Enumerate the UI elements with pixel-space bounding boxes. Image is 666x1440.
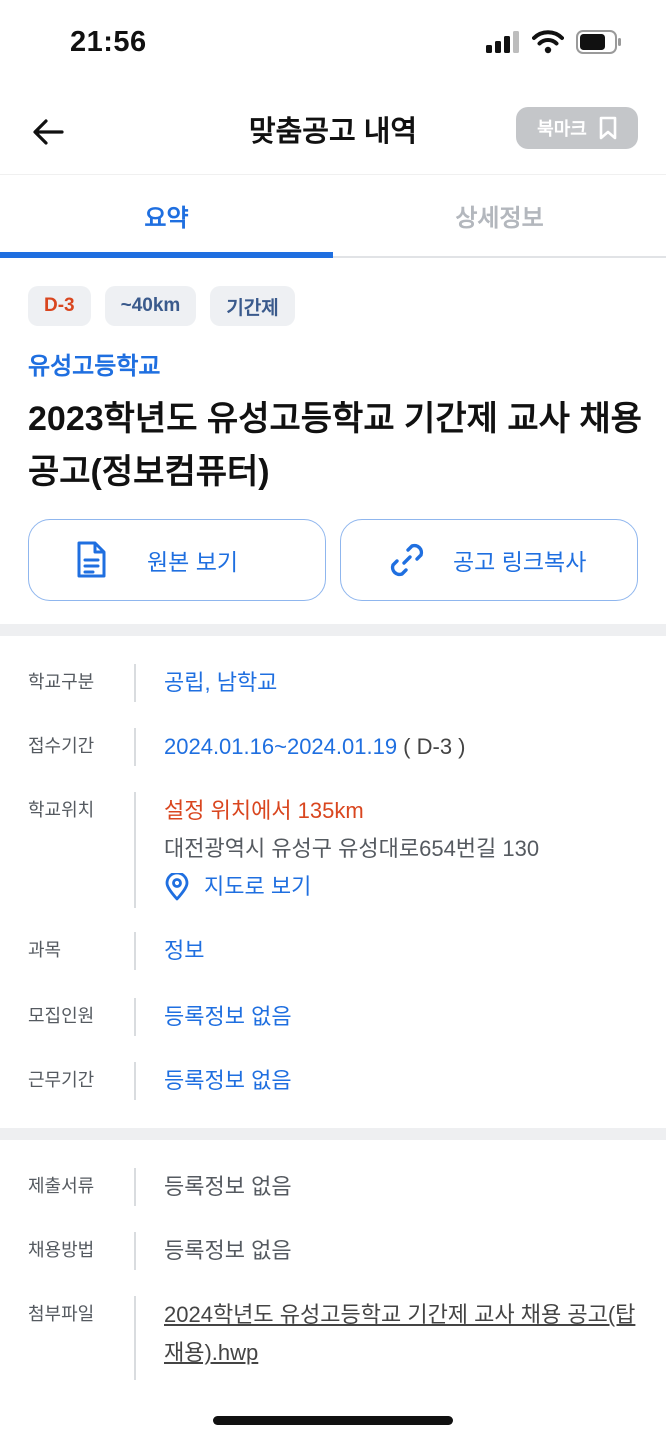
row-label: 학교구분: [0, 664, 136, 702]
view-original-label: 원본 보기: [147, 549, 239, 575]
info-row-attachment: 첨부파일 2024학년도 유성고등학교 기간제 교사 채용 공고(탑재용).hw…: [0, 1296, 666, 1380]
home-indicator: [213, 1416, 453, 1425]
info-row-method: 채용방법 등록정보 없음: [0, 1232, 666, 1296]
row-label: 모집인원: [0, 998, 136, 1036]
row-value: 2024.01.16~2024.01.19 ( D-3 ): [136, 728, 466, 792]
dday-badge: D-3: [28, 286, 91, 326]
map-link[interactable]: 지도로 보기: [164, 868, 539, 906]
copy-link-label: 공고 링크복사: [453, 549, 587, 575]
location-address: 대전광역시 유성구 유성대로654번길 130: [164, 836, 540, 861]
map-link-label: 지도로 보기: [204, 874, 312, 899]
bookmark-icon: [599, 116, 617, 140]
bookmark-button[interactable]: 북마크: [516, 107, 638, 149]
section-divider: [0, 624, 666, 636]
summary-section: D-3 ~40km 기간제 유성고등학교 2023학년도 유성고등학교 기간제 …: [0, 258, 666, 601]
row-label: 첨부파일: [0, 1296, 136, 1380]
section-divider: [0, 1128, 666, 1140]
location-distance: 설정 위치에서 135km: [164, 798, 364, 823]
row-label: 제출서류: [0, 1168, 136, 1206]
row-label: 접수기간: [0, 728, 136, 766]
row-label: 학교위치: [0, 792, 136, 908]
school-name: 유성고등학교: [28, 353, 161, 380]
info-row-location: 학교위치 설정 위치에서 135km 대전광역시 유성구 유성대로654번길 1…: [0, 792, 666, 932]
view-original-button[interactable]: 원본 보기: [28, 519, 326, 601]
distance-badge: ~40km: [104, 286, 197, 326]
row-value: 등록정보 없음: [164, 1004, 292, 1029]
info-row-period: 접수기간 2024.01.16~2024.01.19 ( D-3 ): [0, 728, 666, 792]
signal-icon: [486, 31, 519, 53]
period-dday: ( D-3 ): [397, 734, 466, 759]
status-bar: 21:56: [0, 0, 666, 90]
wifi-icon: [532, 30, 564, 54]
tab-bar: 요약 상세정보: [0, 174, 666, 258]
tab-details[interactable]: 상세정보: [333, 175, 666, 256]
row-value: 등록정보 없음: [164, 1174, 292, 1199]
row-value: 정보: [164, 938, 205, 963]
row-value: 2024학년도 유성고등학교 기간제 교사 채용 공고(탑재용).hwp: [136, 1296, 644, 1380]
row-value: 등록정보 없음: [164, 1238, 292, 1263]
row-value: 등록정보 없음: [164, 1068, 292, 1093]
badge-row: D-3 ~40km 기간제: [28, 286, 638, 326]
row-label: 근무기간: [0, 1062, 136, 1100]
action-row: 원본 보기 공고 링크복사: [28, 519, 638, 601]
tab-summary[interactable]: 요약: [0, 175, 333, 258]
attachment-link[interactable]: 2024학년도 유성고등학교 기간제 교사 채용 공고(탑재용).hwp: [164, 1296, 644, 1372]
link-icon: [390, 543, 424, 577]
row-label: 채용방법: [0, 1232, 136, 1270]
info-primary: 학교구분 공립, 남학교 접수기간 2024.01.16~2024.01.19 …: [0, 664, 666, 1126]
app-header: 맞춤공고 내역 북마크: [0, 90, 666, 174]
row-value: 설정 위치에서 135km 대전광역시 유성구 유성대로654번길 130 지도…: [136, 792, 539, 932]
battery-icon: [576, 30, 621, 54]
info-row-work-period: 근무기간 등록정보 없음: [0, 1062, 666, 1126]
status-icons: [486, 30, 622, 54]
row-value: 공립, 남학교: [164, 670, 278, 695]
period-range: 2024.01.16~2024.01.19: [164, 734, 398, 759]
info-row-recruits: 모집인원 등록정보 없음: [0, 998, 666, 1062]
info-row-subject: 과목 정보: [0, 932, 666, 998]
back-button[interactable]: [24, 108, 72, 156]
status-time: 21:56: [70, 26, 147, 58]
info-secondary: 제출서류 등록정보 없음 채용방법 등록정보 없음 첨부파일 2024학년도 유…: [0, 1168, 666, 1380]
back-arrow-icon: [33, 119, 64, 145]
info-row-documents: 제출서류 등록정보 없음: [0, 1168, 666, 1232]
location-pin-icon: [165, 873, 189, 901]
type-badge: 기간제: [210, 286, 295, 326]
row-label: 과목: [0, 932, 136, 970]
post-title: 2023학년도 유성고등학교 기간제 교사 채용 공고(정보컴퓨터): [28, 400, 642, 491]
document-icon: [77, 541, 106, 578]
bookmark-label: 북마크: [537, 119, 587, 139]
copy-link-button[interactable]: 공고 링크복사: [340, 519, 638, 601]
info-row-school-type: 학교구분 공립, 남학교: [0, 664, 666, 728]
